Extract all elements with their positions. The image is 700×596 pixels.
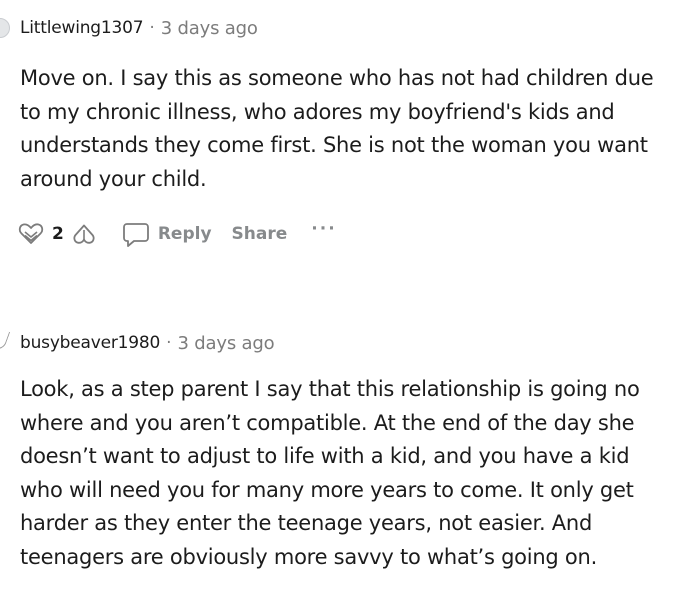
speech-bubble-icon — [122, 220, 150, 248]
comment-line: doesn’t want to adjust to life with a ki… — [20, 444, 630, 468]
comment-meta: busybeaver1980 · 3 days ago — [20, 331, 275, 355]
comment-line: teenagers are obviously more savvy to wh… — [20, 544, 598, 569]
username[interactable]: busybeaver1980 — [20, 333, 160, 353]
comment-meta: Littlewing1307 · 3 days ago — [20, 16, 258, 40]
comment-line: understands they come first. She is not … — [20, 133, 648, 157]
timestamp[interactable]: 3 days ago — [178, 333, 275, 354]
comment-line: who will need you for many more years to… — [20, 477, 634, 502]
comment-line: around your child. — [20, 166, 207, 191]
reply-label: Reply — [157, 224, 212, 244]
comment-line: where and you aren’t compatible. At the … — [20, 410, 635, 435]
timestamp[interactable]: 3 days ago — [161, 18, 258, 39]
reply-button[interactable]: Reply — [122, 220, 212, 248]
share-button[interactable]: Share — [232, 224, 288, 244]
comment-line: Look, as a step parent I say that this r… — [20, 377, 640, 401]
meta-separator: · — [149, 18, 155, 38]
user-avatar[interactable] — [0, 18, 10, 38]
comment-body: Look, as a step parent I say that this r… — [20, 373, 695, 574]
user-avatar[interactable] — [0, 327, 11, 352]
vote-count: 2 — [52, 224, 64, 244]
comment-actions: 2 Reply Share ··· — [18, 217, 337, 251]
heart-upvote-icon[interactable] — [18, 222, 44, 246]
heart-downvote-icon[interactable] — [72, 222, 96, 246]
meta-separator: · — [166, 333, 172, 353]
comment-line: Move on. I say this as someone who has n… — [20, 66, 654, 90]
comment-line: to my chronic illness, who adores my boy… — [20, 99, 615, 124]
more-options-icon[interactable]: ··· — [311, 219, 336, 239]
username[interactable]: Littlewing1307 — [20, 18, 144, 38]
comment-body: Move on. I say this as someone who has n… — [20, 62, 695, 196]
comment-line: harder as they enter the teenage years, … — [20, 511, 593, 535]
